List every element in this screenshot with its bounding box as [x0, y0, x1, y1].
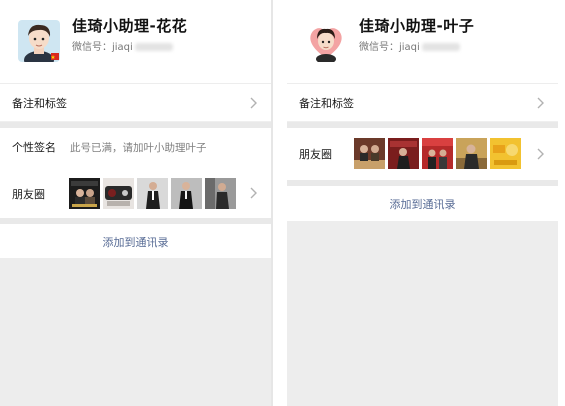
moment-photo: [388, 138, 419, 169]
redacted-id: [421, 43, 460, 51]
moment-photo: [456, 138, 487, 169]
chevron-right-icon: [247, 96, 259, 110]
moment-photo: [354, 138, 385, 169]
chevron-right-icon: [247, 186, 259, 200]
right-edge: [558, 0, 565, 406]
moment-photo: [137, 178, 168, 209]
moments-thumbnails: [354, 138, 521, 169]
profile-header: 佳琦小助理-花花 微信号：jiaqi: [0, 0, 271, 84]
wechat-id-text: 微信号：jiaqi: [359, 42, 420, 53]
signature-value: 此号已满，请加叶小助理叶子: [70, 142, 207, 154]
avatar[interactable]: [18, 20, 60, 62]
wechat-id: 微信号：jiaqi: [72, 38, 173, 53]
remarks-and-tags-row[interactable]: 备注和标签: [0, 84, 271, 122]
chevron-right-icon: [534, 96, 546, 110]
moments-label: 朋友圈: [299, 148, 332, 161]
moments-row[interactable]: 朋友圈: [287, 128, 558, 180]
moment-photo: [422, 138, 453, 169]
add-to-contacts-button[interactable]: 添加到通讯录: [0, 224, 271, 262]
avatar[interactable]: [305, 20, 347, 62]
moment-photo: [490, 138, 521, 169]
profile-header: 佳琦小助理-叶子 微信号：jiaqi: [287, 0, 558, 84]
moments-label: 朋友圈: [12, 188, 45, 201]
remarks-and-tags-label: 备注和标签: [12, 97, 67, 110]
empty-background: [0, 258, 271, 406]
empty-background: [287, 221, 558, 406]
moment-photo: [69, 178, 100, 209]
contact-name: 佳琦小助理-叶子: [359, 17, 475, 35]
wechat-id: 微信号：jiaqi: [359, 38, 460, 53]
signature-label: 个性签名: [12, 141, 56, 154]
panel-divider: [271, 0, 273, 406]
remarks-and-tags-label: 备注和标签: [299, 97, 354, 110]
moment-photo: [103, 178, 134, 209]
moment-photo: [171, 178, 202, 209]
signature-row: 个性签名 此号已满，请加叶小助理叶子: [0, 128, 271, 168]
remarks-and-tags-row[interactable]: 备注和标签: [287, 84, 558, 122]
moments-row[interactable]: 朋友圈: [0, 168, 271, 218]
chevron-right-icon: [534, 147, 546, 161]
moment-photo: [205, 178, 236, 209]
moments-thumbnails: [69, 178, 236, 209]
redacted-id: [134, 43, 173, 51]
cartoon-man-heart-avatar-icon: [305, 20, 347, 62]
right-contact-card: 佳琦小助理-叶子 微信号：jiaqi 备注和标签 朋友圈 添加到通讯录: [287, 0, 558, 406]
wechat-id-text: 微信号：jiaqi: [72, 42, 133, 53]
left-contact-card: 佳琦小助理-花花 微信号：jiaqi 备注和标签 个性签名 此号已满，请加叶小助…: [0, 0, 271, 406]
add-to-contacts-button[interactable]: 添加到通讯录: [287, 186, 558, 224]
cartoon-man-avatar-icon: [18, 20, 60, 62]
contact-name: 佳琦小助理-花花: [72, 17, 188, 35]
